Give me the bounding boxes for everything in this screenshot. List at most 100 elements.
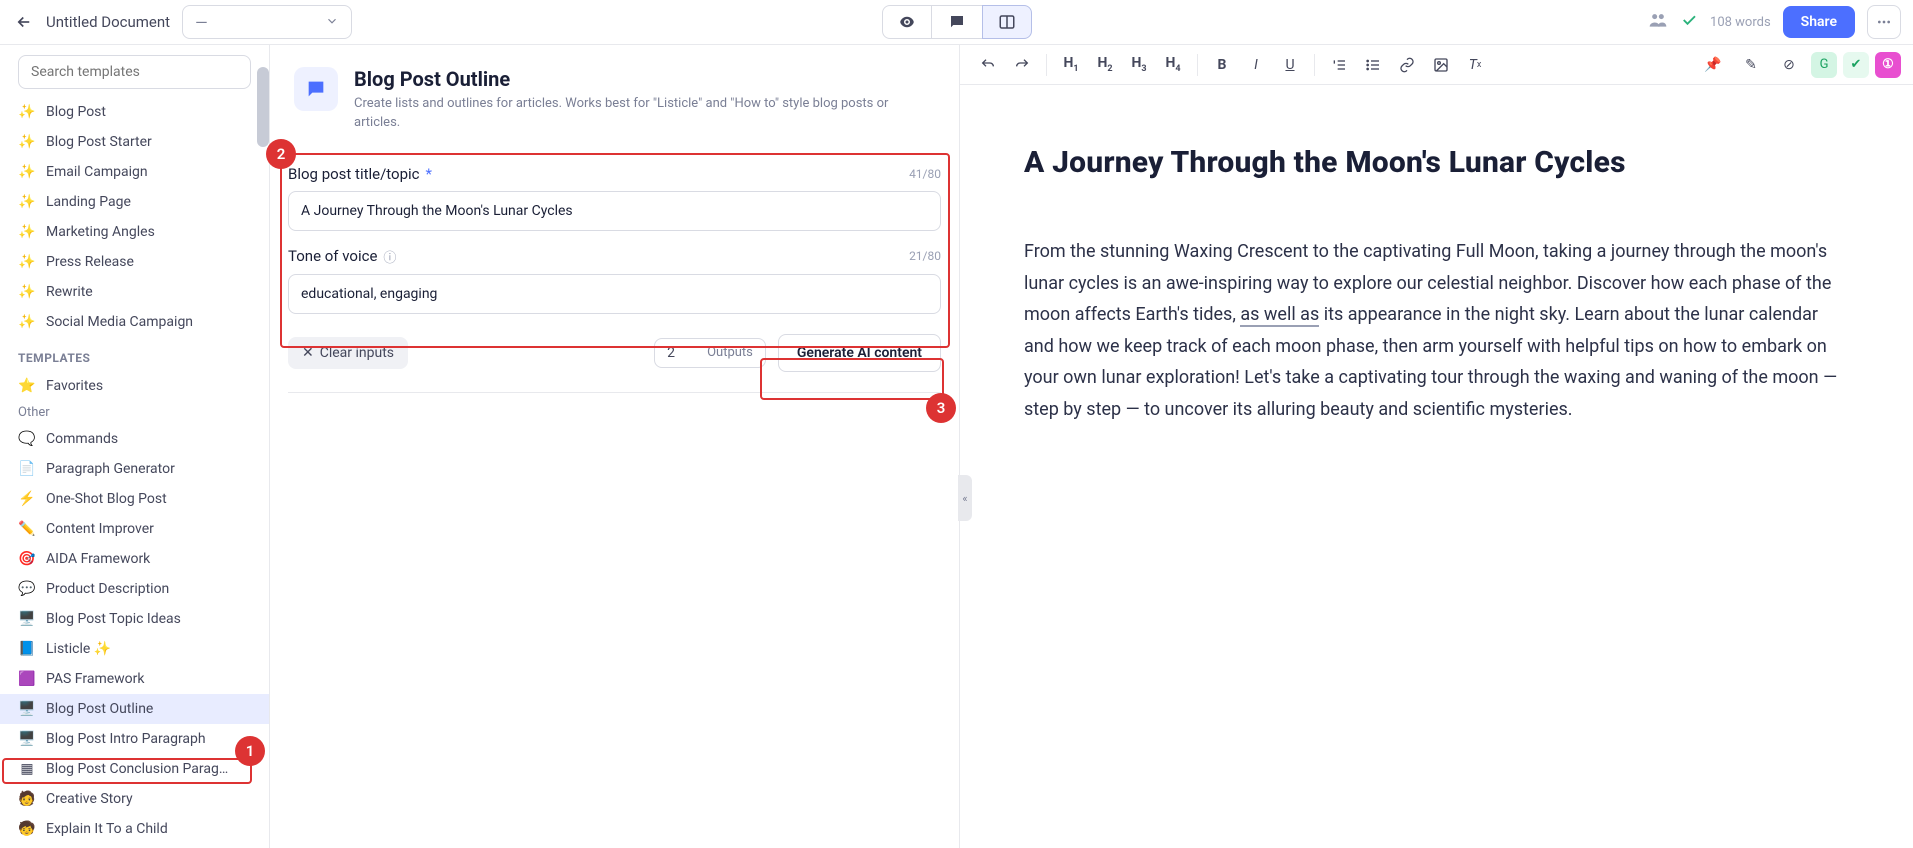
redo-icon[interactable] <box>1006 50 1038 80</box>
status-dropdown[interactable]: — <box>182 5 352 39</box>
sidebar-item[interactable]: ✨Blog Post Starter <box>0 127 269 157</box>
bold-icon[interactable]: B <box>1206 50 1238 80</box>
sidebar-item[interactable]: 📄Paragraph Generator <box>0 454 269 484</box>
scrollbar[interactable] <box>257 67 269 147</box>
sidebar-item-label: Commands <box>46 431 118 447</box>
image-icon[interactable] <box>1425 50 1457 80</box>
sidebar-item[interactable]: 🟪PAS Framework <box>0 664 269 694</box>
sidebar-item[interactable]: ✨Landing Page <box>0 187 269 217</box>
sidebar-item[interactable]: ⚡One-Shot Blog Post <box>0 484 269 514</box>
info-icon[interactable]: ⓘ <box>383 247 396 266</box>
outputs-input[interactable] <box>667 345 697 361</box>
collaborators-icon[interactable] <box>1648 10 1668 34</box>
back-arrow-icon[interactable] <box>12 10 36 34</box>
pin-icon[interactable]: 📌 <box>1697 50 1729 80</box>
sidebar-item[interactable]: ✨Social Media Campaign <box>0 307 269 337</box>
sidebar-item[interactable]: 🗨️Commands <box>0 424 269 454</box>
sparkle-icon: ✨ <box>18 223 36 241</box>
sidebar-item-label: Listicle ✨ <box>46 641 111 657</box>
outputs-stepper[interactable]: Outputs <box>654 338 766 368</box>
more-menu-icon[interactable] <box>1867 5 1901 39</box>
unordered-list-icon[interactable] <box>1357 50 1389 80</box>
italic-icon[interactable]: I <box>1240 50 1272 80</box>
h4-icon[interactable]: H4 <box>1157 50 1189 80</box>
h2-icon[interactable]: H2 <box>1089 50 1121 80</box>
sidebar-item[interactable]: ✏️Content Improver <box>0 514 269 544</box>
field-tone-count: 21/80 <box>909 249 941 263</box>
sidebar-scroll: ✨Blog Post✨Blog Post Starter✨Email Campa… <box>0 97 269 848</box>
sidebar-item[interactable]: ✨Press Release <box>0 247 269 277</box>
sparkle-icon: ✨ <box>18 103 36 121</box>
sidebar-item[interactable]: 🧒Explain It To a Child <box>0 814 269 844</box>
sidebar-item-label: Rewrite <box>46 284 93 300</box>
field-title-label: Blog post title/topic * <box>288 165 432 183</box>
sidebar-item[interactable]: ✨ Marketing Angles <box>0 217 269 247</box>
globe-icon[interactable]: ⊘ <box>1773 50 1805 80</box>
sidebar-item-label: Favorites <box>46 378 103 394</box>
topbar-right: 108 words Share <box>1648 5 1901 39</box>
sidebar-item[interactable]: 📘Listicle ✨ <box>0 634 269 664</box>
saved-check-icon <box>1680 11 1698 33</box>
form-footer: ✕ Clear inputs Outputs Generate AI conte… <box>288 318 941 390</box>
template-item-icon: 📄 <box>18 460 36 478</box>
h3-icon[interactable]: H3 <box>1123 50 1155 80</box>
sidebar-item[interactable]: 🎯AIDA Framework <box>0 544 269 574</box>
sidebar-item-label: Creative Story <box>46 791 133 807</box>
template-item-icon: ⚡ <box>18 490 36 508</box>
collapse-handle-icon[interactable]: « <box>958 475 972 521</box>
sidebar-item-label: Explain It To a Child <box>46 821 168 837</box>
undo-icon[interactable] <box>972 50 1004 80</box>
sidebar-favorites[interactable]: ⭐ Favorites <box>0 371 269 401</box>
sidebar-item[interactable]: 💬 Product Description <box>0 574 269 604</box>
editor-body[interactable]: A Journey Through the Moon's Lunar Cycle… <box>960 85 1913 425</box>
view-mode-toggle <box>882 5 1032 39</box>
chevron-down-icon <box>325 13 339 32</box>
underline-icon[interactable]: U <box>1274 50 1306 80</box>
sidebar-item[interactable]: ✨Blog Post <box>0 97 269 127</box>
document-title[interactable]: Untitled Document <box>46 13 170 31</box>
h1-icon[interactable]: H1 <box>1055 50 1087 80</box>
eye-icon[interactable] <box>882 5 932 39</box>
generate-button[interactable]: Generate AI content <box>778 334 941 372</box>
chat-icon[interactable] <box>932 5 982 39</box>
clear-inputs-button[interactable]: ✕ Clear inputs <box>288 337 408 369</box>
sidebar-item-label: PAS Framework <box>46 671 145 687</box>
sidebar-item-label: Press Release <box>46 254 134 270</box>
grammar-badge[interactable]: G <box>1811 52 1837 78</box>
sidebar-item[interactable]: 🖥️Blog Post Outline <box>0 694 269 724</box>
sidebar-item[interactable]: 🧑Creative Story <box>0 784 269 814</box>
sidebar-item-label: Blog Post Outline <box>46 701 153 717</box>
title-input[interactable] <box>288 191 941 231</box>
sidebar-item[interactable]: ▦Blog Post Conclusion Parag… <box>0 754 269 784</box>
clear-format-icon[interactable]: Tx <box>1459 50 1491 80</box>
share-button[interactable]: Share <box>1783 6 1855 38</box>
link-icon[interactable] <box>1391 50 1423 80</box>
close-icon: ✕ <box>302 345 314 361</box>
editor-column: H1 H2 H3 H4 B I U Tx 📌 ✎ ⊘ G ✔ ① « <box>960 45 1913 848</box>
sidebar-item[interactable]: ✨Rewrite <box>0 277 269 307</box>
editor-toolbar: H1 H2 H3 H4 B I U Tx 📌 ✎ ⊘ G ✔ ① <box>960 45 1913 85</box>
tone-input[interactable] <box>288 274 941 314</box>
notify-badge[interactable]: ① <box>1875 52 1901 78</box>
form-description: Create lists and outlines for articles. … <box>354 95 914 133</box>
split-view-icon[interactable] <box>982 5 1032 39</box>
template-item-icon: 💬 <box>18 580 36 598</box>
sidebar-item-label: Marketing Angles <box>46 224 155 240</box>
template-item-icon: ▦ <box>18 760 36 778</box>
document-paragraph[interactable]: From the stunning Waxing Crescent to the… <box>1024 236 1849 425</box>
star-icon: ⭐ <box>18 377 36 395</box>
sidebar-item-label: Content Improver <box>46 521 154 537</box>
search-input[interactable] <box>18 55 251 89</box>
edit-icon[interactable]: ✎ <box>1735 50 1767 80</box>
ordered-list-icon[interactable] <box>1323 50 1355 80</box>
document-heading[interactable]: A Journey Through the Moon's Lunar Cycle… <box>1024 145 1849 180</box>
field-tone-label: Tone of voice ⓘ <box>288 247 396 266</box>
shield-badge[interactable]: ✔ <box>1843 52 1869 78</box>
sidebar-item[interactable]: ✨Email Campaign <box>0 157 269 187</box>
sidebar-item[interactable]: 🖥️Blog Post Intro Paragraph <box>0 724 269 754</box>
sparkle-icon: ✨ <box>18 133 36 151</box>
sparkle-icon: ✨ <box>18 193 36 211</box>
sidebar-item[interactable]: 🖥️Blog Post Topic Ideas <box>0 604 269 634</box>
sidebar-item-label: Product Description <box>46 581 169 597</box>
status-dropdown-label: — <box>195 13 208 32</box>
